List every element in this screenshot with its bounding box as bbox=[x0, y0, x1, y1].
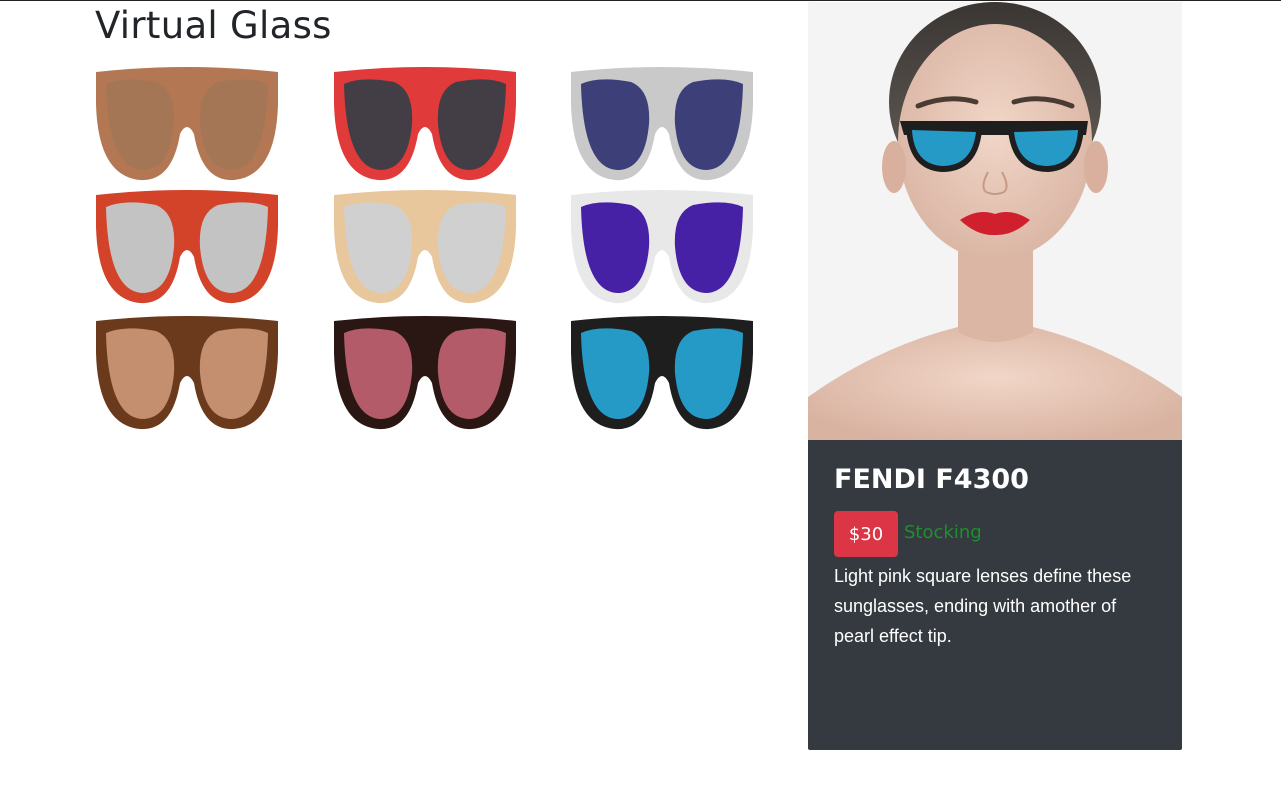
flag-sunglasses-icon bbox=[332, 66, 518, 181]
product-card: FENDI F4300 $30 Stocking Light pink squa… bbox=[808, 2, 1182, 750]
glass-item[interactable] bbox=[94, 64, 280, 186]
aviator-sunglasses-icon bbox=[569, 66, 755, 181]
product-name: FENDI F4300 bbox=[834, 464, 1029, 495]
glass-item[interactable] bbox=[569, 313, 755, 435]
glass-item[interactable] bbox=[332, 187, 518, 309]
beige-cateye-sunglasses-icon bbox=[332, 189, 518, 304]
top-border bbox=[0, 0, 1281, 1]
price-row: $30 Stocking bbox=[834, 511, 1134, 557]
model-photo bbox=[808, 2, 1182, 440]
red-sunglasses-icon bbox=[94, 189, 280, 304]
product-details: FENDI F4300 $30 Stocking Light pink squa… bbox=[834, 464, 1134, 651]
glasses-grid bbox=[94, 64, 756, 436]
tan-sunglasses-icon bbox=[94, 66, 280, 181]
glass-item[interactable] bbox=[332, 64, 518, 186]
glass-item[interactable] bbox=[94, 187, 280, 309]
glass-item[interactable] bbox=[569, 187, 755, 309]
price-badge: $30 bbox=[834, 511, 898, 557]
black-blue-sunglasses-icon bbox=[569, 315, 755, 430]
page-title: Virtual Glass bbox=[95, 4, 332, 47]
left-ear bbox=[882, 141, 906, 193]
white-sunglasses-icon bbox=[569, 189, 755, 304]
glass-item[interactable] bbox=[94, 313, 280, 435]
glass-item[interactable] bbox=[332, 313, 518, 435]
product-description: Light pink square lenses define these su… bbox=[834, 566, 1132, 646]
right-ear bbox=[1084, 141, 1108, 193]
dark-red-sunglasses-icon bbox=[332, 315, 518, 430]
glass-item[interactable] bbox=[569, 64, 755, 186]
stock-status: Stocking bbox=[904, 521, 982, 543]
tortoise-sunglasses-icon bbox=[94, 315, 280, 430]
